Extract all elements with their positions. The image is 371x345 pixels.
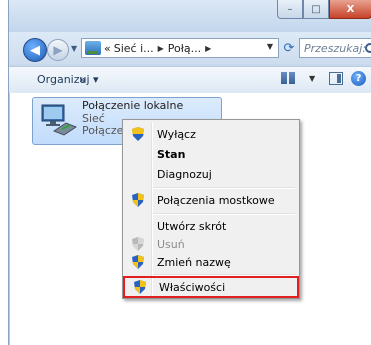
search-icon[interactable] [365,43,371,53]
close-button[interactable]: X [329,0,371,19]
more-commands-button[interactable]: » [79,73,86,86]
uac-shield-disabled-icon [132,237,144,251]
address-dropdown-icon[interactable]: ▼ [267,42,273,51]
menu-item-label: Usuń [157,237,185,251]
context-menu: Wyłącz Stan Diagnozuj Połączenia mostkow… [122,119,300,299]
title-bar[interactable]: – □ X [9,0,371,32]
uac-shield-icon [132,193,144,207]
forward-button[interactable]: ▶ [47,39,69,61]
preview-pane-icon[interactable] [329,72,343,85]
menu-item-label: Wyłącz [157,127,196,141]
menu-item-label: Stan [157,147,186,161]
menu-item-delete: Usuń [125,234,297,254]
breadcrumb-connections[interactable]: Połą... [168,42,201,55]
refresh-icon[interactable]: ⟳ [281,40,297,56]
menu-item-label: Właściwości [159,280,226,294]
menu-item-properties[interactable]: Właściwości [123,276,299,298]
recent-pages-dropdown[interactable]: ▼ [71,44,77,53]
menu-item-bridge-connections[interactable]: Połączenia mostkowe [125,190,297,210]
menu-item-create-shortcut[interactable]: Utwórz skrót [125,216,297,236]
item-name: Połączenie lokalne [82,99,184,112]
command-bar: Organizuj ▾ » ▼ ? [9,66,371,94]
uac-shield-icon [132,127,144,141]
menu-item-label: Zmień nazwę [157,255,231,269]
change-view-icon[interactable] [281,72,301,86]
menu-item-status[interactable]: Stan [125,144,297,164]
menu-separator [153,213,295,215]
navigation-bar: ◀ ▶ ▼ « Sieć i... ▶ Połą... ▶ ▼ ⟳ Przesz… [9,32,371,64]
address-bar[interactable]: « Sieć i... ▶ Połą... ▶ ▼ [81,38,279,58]
minimize-button[interactable]: – [277,0,303,19]
menu-separator [153,187,295,189]
uac-shield-icon [134,280,146,294]
network-folder-icon [85,41,101,55]
breadcrumb-separator-icon[interactable]: ▶ [205,44,211,53]
menu-item-rename[interactable]: Zmień nazwę [125,252,297,272]
maximize-button[interactable]: □ [303,0,329,19]
menu-item-label: Utwórz skrót [157,219,227,233]
breadcrumb-separator-icon[interactable]: ▶ [158,44,164,53]
organize-menu[interactable]: Organizuj ▾ [37,73,99,86]
view-options-dropdown-icon[interactable]: ▼ [309,74,315,83]
caption-buttons: – □ X [277,0,371,19]
back-button[interactable]: ◀ [23,38,47,62]
breadcrumb-network[interactable]: Sieć i... [114,42,154,55]
menu-item-label: Diagnozuj [157,167,212,181]
menu-item-disable[interactable]: Wyłącz [125,124,297,144]
forward-arrow-icon: ▶ [53,43,63,57]
search-input[interactable]: Przeszukaj: Po... [300,42,365,55]
menu-item-label: Połączenia mostkowe [157,193,275,207]
back-arrow-icon: ◀ [30,42,40,58]
search-box[interactable]: Przeszukaj: Po... [299,38,371,58]
breadcrumb-overflow[interactable]: « [104,42,111,55]
uac-shield-icon [132,255,144,269]
network-adapter-icon [41,104,78,136]
menu-item-diagnose[interactable]: Diagnozuj [125,164,297,184]
help-icon[interactable]: ? [351,71,366,86]
